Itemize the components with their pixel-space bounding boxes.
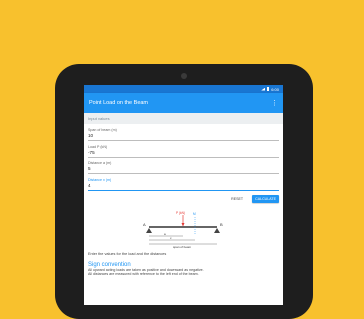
signal-icon <box>261 87 266 91</box>
support-a-label: A <box>143 222 146 227</box>
form-content: Span of beam (m) 10 Load P (kN) -75 Dist… <box>84 128 283 277</box>
overflow-menu-icon[interactable]: ⋮ <box>271 100 278 107</box>
sign-convention-line-2: All distances are measured with referenc… <box>88 272 199 277</box>
dim-x-label: x <box>170 236 172 240</box>
load-arrow-label: P (kN) <box>176 211 185 215</box>
action-row: RESET CALCULATE <box>88 194 279 203</box>
app-screen: 6:00 Point Load on the Beam ⋮ Input valu… <box>84 85 283 305</box>
support-b-label: B <box>220 222 223 227</box>
distance-a-input[interactable]: 5 <box>88 166 279 172</box>
span-underline <box>88 140 279 141</box>
status-time: 6:00 <box>271 86 279 92</box>
reset-button[interactable]: RESET <box>228 195 246 203</box>
distance-x-input[interactable]: 4 <box>88 183 279 189</box>
span-field[interactable]: Span of beam (m) 10 <box>88 128 279 141</box>
load-arrow-icon <box>181 222 184 227</box>
status-bar: 6:00 <box>84 85 283 93</box>
load-underline <box>88 156 279 158</box>
page-title: Point Load on the Beam <box>89 100 149 106</box>
section-header-input-values: Input values <box>84 113 283 124</box>
load-input[interactable]: -75 <box>88 150 279 156</box>
distance-x-underline <box>88 189 279 191</box>
support-a-icon <box>145 227 152 233</box>
span-input[interactable]: 10 <box>88 133 279 139</box>
load-field[interactable]: Load P (kN) -75 <box>88 145 279 158</box>
battery-icon <box>267 87 270 91</box>
calculate-button[interactable]: CALCULATE <box>252 194 279 203</box>
diagram-caption: Enter the values for the load and the di… <box>88 251 167 256</box>
beam-diagram-svg: A B P (kN) M a x span of beam <box>143 211 223 249</box>
support-b-icon <box>213 227 220 233</box>
camera-icon <box>181 73 187 79</box>
app-bar: Point Load on the Beam ⋮ <box>84 93 283 113</box>
distance-a-field[interactable]: Distance a (m) 5 <box>88 161 279 174</box>
dim-a-label: a <box>164 232 166 236</box>
dim-span-label: span of beam <box>173 245 192 249</box>
moment-label: M <box>193 212 196 216</box>
distance-x-field[interactable]: Distance x (m) 4 <box>88 178 279 191</box>
distance-a-underline <box>88 173 279 174</box>
beam-diagram: A B P (kN) M a x span of beam <box>88 207 279 251</box>
